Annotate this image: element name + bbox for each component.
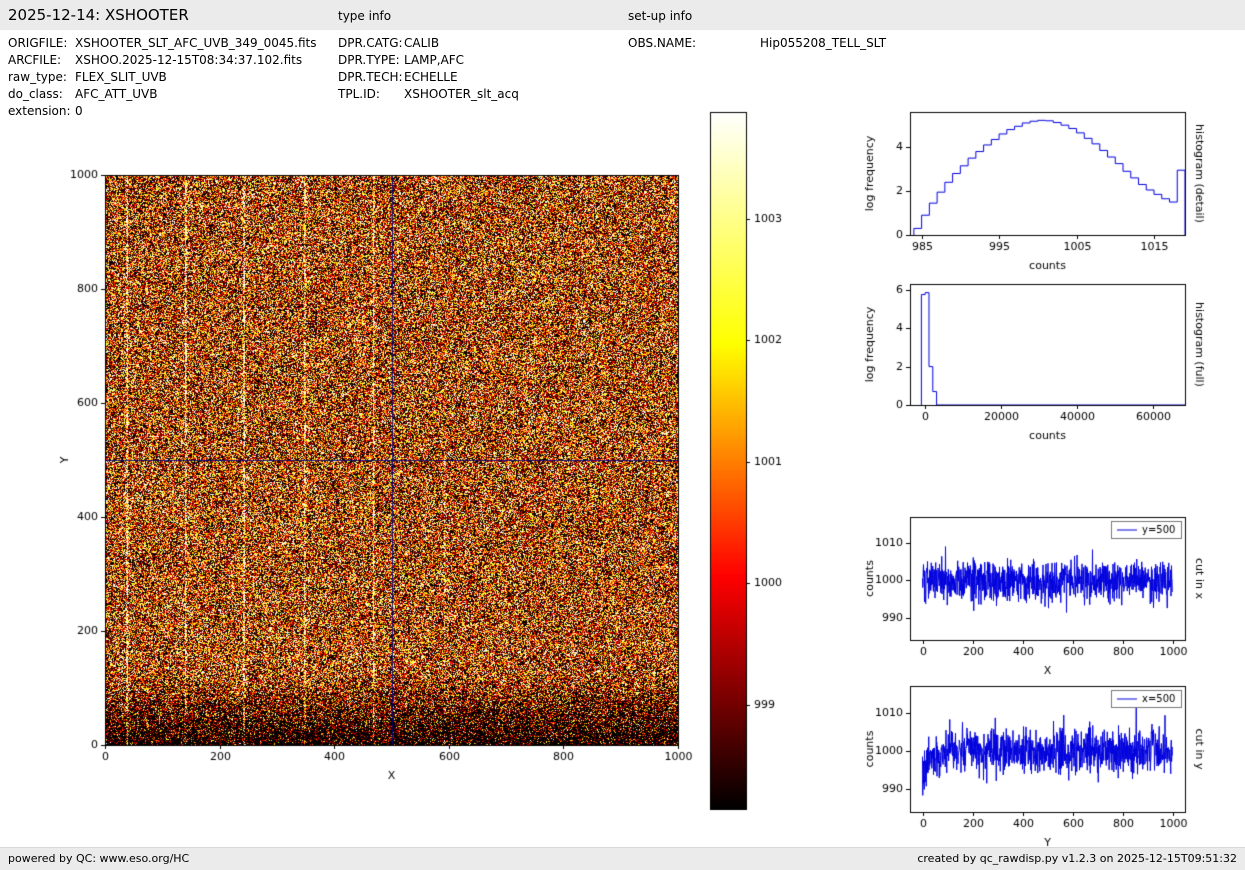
- footer-bar: powered by QC: www.eso.org/HC created by…: [0, 847, 1245, 870]
- header-bar: 2025-12-14: XSHOOTER type info set-up in…: [0, 0, 1245, 30]
- cut-in-y-canvas: [850, 674, 1220, 852]
- detector-image-canvas: [0, 30, 850, 820]
- setup-info-heading: set-up info: [628, 9, 692, 23]
- page-title: 2025-12-14: XSHOOTER: [8, 6, 189, 24]
- cut-in-x-canvas: [850, 505, 1220, 695]
- qc-report-page: 2025-12-14: XSHOOTER type info set-up in…: [0, 0, 1245, 870]
- footer-created-by: created by qc_rawdisp.py v1.2.3 on 2025-…: [917, 852, 1237, 865]
- footer-powered-by: powered by QC: www.eso.org/HC: [8, 852, 189, 865]
- type-info-heading: type info: [338, 9, 391, 23]
- histogram-detail-canvas: [850, 100, 1220, 290]
- histogram-full-canvas: [850, 272, 1220, 462]
